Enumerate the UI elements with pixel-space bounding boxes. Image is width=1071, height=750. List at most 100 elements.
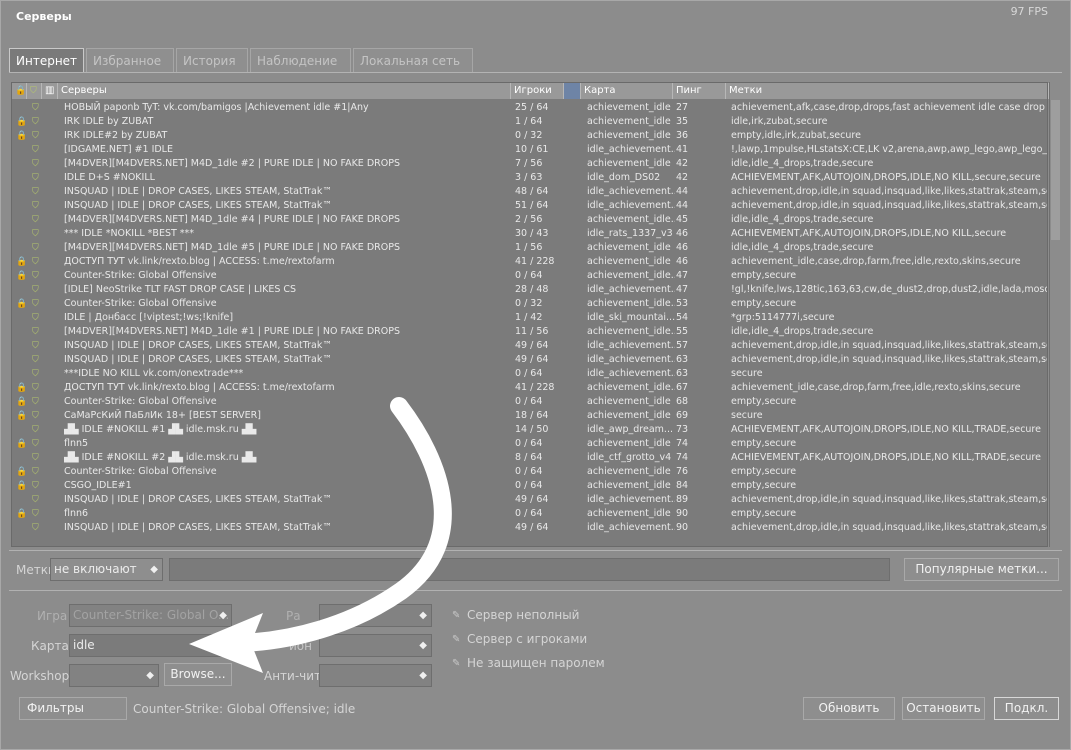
table-row[interactable]: 🔒 ⛉ flnn5 0 / 64 achievement_idle 74 empty,sec… (12, 437, 1047, 451)
vac-column-icon[interactable]: ⛉ (27, 83, 42, 99)
vac-shield-icon: ⛉ (32, 313, 39, 323)
table-row[interactable]: ⛉ НОВЫЙ paponb TyT: vk.com/bamigos |Achi… (12, 101, 1047, 115)
checkbox-no-password-label[interactable]: Не защищен паролем (467, 656, 605, 670)
refresh-button[interactable]: Обновить (803, 697, 895, 720)
location-dropdown[interactable]: ◆ (319, 604, 432, 627)
server-tags: achievement,drop,idle,in squad,insquad,l… (731, 354, 1047, 365)
stop-button[interactable]: Остановить (902, 697, 985, 720)
region-dropdown[interactable]: ◆ (319, 634, 432, 657)
player-count: 30 / 43 (515, 228, 549, 239)
table-row[interactable]: 🔒 ⛉ Counter-Strike: Global Offensive 0 / 64… (12, 465, 1047, 479)
anticheat-dropdown[interactable]: ◆ (319, 664, 432, 687)
table-row[interactable]: ⛉ [M4DVER][M4DVERS.NET] M4D_1dle #1 | PUR… (12, 325, 1047, 339)
table-row[interactable]: 🔒 ⛉ IRK IDLE by ZUBAT 1 / 64 achievement_idl… (12, 115, 1047, 129)
player-count: 8 / 64 (515, 452, 543, 463)
map-name: achievement_idle (587, 466, 671, 477)
server-name: INSQUAD | IDLE | DROP CASES, LIKES STEAM… (64, 494, 332, 505)
table-row[interactable]: ⛉ INSQUAD | IDLE | DROP CASES, LIKES STEA… (12, 521, 1047, 535)
server-name: INSQUAD | IDLE | DROP CASES, LIKES STEAM… (64, 200, 332, 211)
ping-value: 41 (676, 144, 689, 155)
player-count: 10 / 61 (515, 144, 549, 155)
server-tags: achievement,drop,idle,in squad,insquad,l… (731, 186, 1047, 197)
server-list[interactable]: 🔒 ⛉ ▥ Серверы Игроки Карта Пинг Метки ⛉ … (11, 82, 1049, 547)
map-name: idle_achievement... (587, 354, 675, 365)
table-row[interactable]: ⛉ INSQUAD | IDLE | DROP CASES, LIKES STEA… (12, 493, 1047, 507)
workshop-dropdown[interactable]: ◆ (69, 664, 159, 687)
lock-icon: 🔒 (16, 271, 27, 281)
table-row[interactable]: ⛉ [IDGAME.NET] #1 IDLE 10 / 61 idle_achieve… (12, 143, 1047, 157)
table-row[interactable]: ⛉ ***IDLE NO KILL vk.com/onextrade*** 0 / … (12, 367, 1047, 381)
table-row[interactable]: 🔒 ⛉ IRK IDLE#2 by ZUBAT 0 / 32 achievement_i… (12, 129, 1047, 143)
map-name: achievement_idle (587, 102, 671, 113)
table-row[interactable]: ⛉ ▟▙ IDLE #NOKILL #1 ▟▙ idle.msk.ru ▟▙ 14 … (12, 423, 1047, 437)
tags-input[interactable] (169, 558, 890, 581)
ping-value: 76 (676, 466, 689, 477)
checkbox-has-players-icon[interactable]: ✎ (452, 634, 460, 645)
checkbox-no-password-icon[interactable]: ✎ (452, 658, 460, 669)
table-row[interactable]: ⛉ INSQUAD | IDLE | DROP CASES, LIKES STEA… (12, 353, 1047, 367)
tab-spectate[interactable]: Наблюдение (250, 48, 352, 73)
ping-value: 53 (676, 298, 689, 309)
map-name: achievement_idle (587, 158, 671, 169)
table-row[interactable]: ⛉ [M4DVER][M4DVERS.NET] M4D_1dle #2 | PUR… (12, 157, 1047, 171)
map-column-header[interactable]: Карта (581, 83, 673, 99)
table-row[interactable]: ⛉ IDLE D+S #NOKILL 3 / 63 idle_dom_DS02 42 AC… (12, 171, 1047, 185)
connect-button[interactable]: Подкл. (994, 697, 1059, 720)
checkbox-has-players-label[interactable]: Сервер с игроками (467, 632, 587, 646)
server-name: [IDGAME.NET] #1 IDLE (64, 144, 173, 155)
table-row[interactable]: ⛉ [M4DVER][M4DVERS.NET] M4D_1dle #4 | PUR… (12, 213, 1047, 227)
table-row[interactable]: 🔒 ⛉ Counter-Strike: Global Offensive 0 / 64… (12, 395, 1047, 409)
vac-shield-icon: ⛉ (32, 201, 39, 211)
server-list-scrollbar[interactable] (1049, 82, 1061, 547)
scroll-thumb[interactable] (1051, 100, 1060, 240)
table-row[interactable]: ⛉ [IDLE] NeoStrike TLT FAST DROP CASE | L… (12, 283, 1047, 297)
table-row[interactable]: 🔒 ⛉ Counter-Strike: Global Offensive 0 / 64… (12, 269, 1047, 283)
filters-button[interactable]: Фильтры (19, 697, 127, 720)
tags-mode-dropdown[interactable]: не включают ◆ (50, 558, 163, 581)
table-row[interactable]: ⛉ *** IDLE *NOKILL *BEST *** 30 / 43 idle_… (12, 227, 1047, 241)
table-row[interactable]: 🔒 ⛉ СаМаРсКиЙ ПаБлИк 18+ [BEST SERVER] 18 /… (12, 409, 1047, 423)
table-row[interactable]: ⛉ IDLE | Донбасс [!viptest;!ws;!knife] 1 /… (12, 311, 1047, 325)
table-row[interactable]: ⛉ ▟▙ IDLE #NOKILL #2 ▟▙ idle.msk.ru ▟▙ 8 /… (12, 451, 1047, 465)
tags-column-header[interactable]: Метки (726, 83, 1049, 99)
popular-tags-button[interactable]: Популярные метки... (904, 558, 1059, 581)
table-row[interactable]: 🔒 ⛉ ДОСТУП ТУТ vk.link/rexto.blog | ACCESS… (12, 255, 1047, 269)
window-title: Серверы (16, 10, 72, 23)
server-name: Counter-Strike: Global Offensive (64, 396, 217, 407)
table-row[interactable]: 🔒 ⛉ flnn6 0 / 64 achievement_idle 90 empty,sec… (12, 507, 1047, 521)
tab-lan[interactable]: Локальная сеть (353, 48, 474, 73)
server-tags: secure (731, 368, 763, 379)
table-row[interactable]: ⛉ INSQUAD | IDLE | DROP CASES, LIKES STEA… (12, 199, 1047, 213)
server-name: ДОСТУП ТУТ vk.link/rexto.blog | ACCESS: … (64, 256, 335, 267)
table-row[interactable]: ⛉ [M4DVER][M4DVERS.NET] M4D_1dle #5 | PUR… (12, 241, 1047, 255)
server-name: [M4DVER][M4DVERS.NET] M4D_1dle #5 | PURE… (64, 242, 400, 253)
lock-column-icon[interactable]: 🔒 (12, 83, 27, 99)
server-tags: empty,secure (731, 396, 797, 407)
servers-column-header[interactable]: Серверы (58, 83, 511, 99)
table-row[interactable]: 🔒 ⛉ ДОСТУП ТУТ vk.link/rexto.blog | ACCESS… (12, 381, 1047, 395)
player-count: 11 / 56 (515, 326, 549, 337)
tab-history[interactable]: История (176, 48, 249, 73)
table-row[interactable]: 🔒 ⛉ CSGO_IDLE#1 0 / 64 achievement_idle 84 emp… (12, 479, 1047, 493)
ping-value: 36 (676, 130, 689, 141)
server-tags: empty,idle,irk,zubat,secure (731, 130, 861, 141)
game-dropdown[interactable]: Counter-Strike: Global O... ◆ (69, 604, 232, 627)
player-count: 3 / 63 (515, 172, 543, 183)
ping-column-header[interactable]: Пинг (673, 83, 726, 99)
tab-internet[interactable]: Интернет (9, 48, 85, 73)
players-column-header[interactable]: Игроки (511, 83, 564, 99)
ping-value: 44 (676, 186, 689, 197)
checkbox-not-full-label[interactable]: Сервер неполный (467, 608, 579, 622)
bots-column-icon[interactable]: ▥ (42, 83, 58, 99)
map-name: achievement_idle... (587, 326, 675, 337)
tab-favorites[interactable]: Избранное (86, 48, 175, 73)
checkbox-not-full-icon[interactable]: ✎ (452, 610, 460, 621)
player-count: 7 / 56 (515, 158, 543, 169)
table-row[interactable]: 🔒 ⛉ Counter-Strike: Global Offensive 0 / 32… (12, 297, 1047, 311)
map-input[interactable]: idle (69, 634, 232, 657)
table-row[interactable]: ⛉ INSQUAD | IDLE | DROP CASES, LIKES STEA… (12, 185, 1047, 199)
browse-button[interactable]: Browse... (164, 663, 232, 686)
table-row[interactable]: ⛉ INSQUAD | IDLE | DROP CASES, LIKES STEA… (12, 339, 1047, 353)
game-value: Counter-Strike: Global O... (73, 608, 230, 622)
players-sort-icon[interactable] (564, 83, 581, 99)
